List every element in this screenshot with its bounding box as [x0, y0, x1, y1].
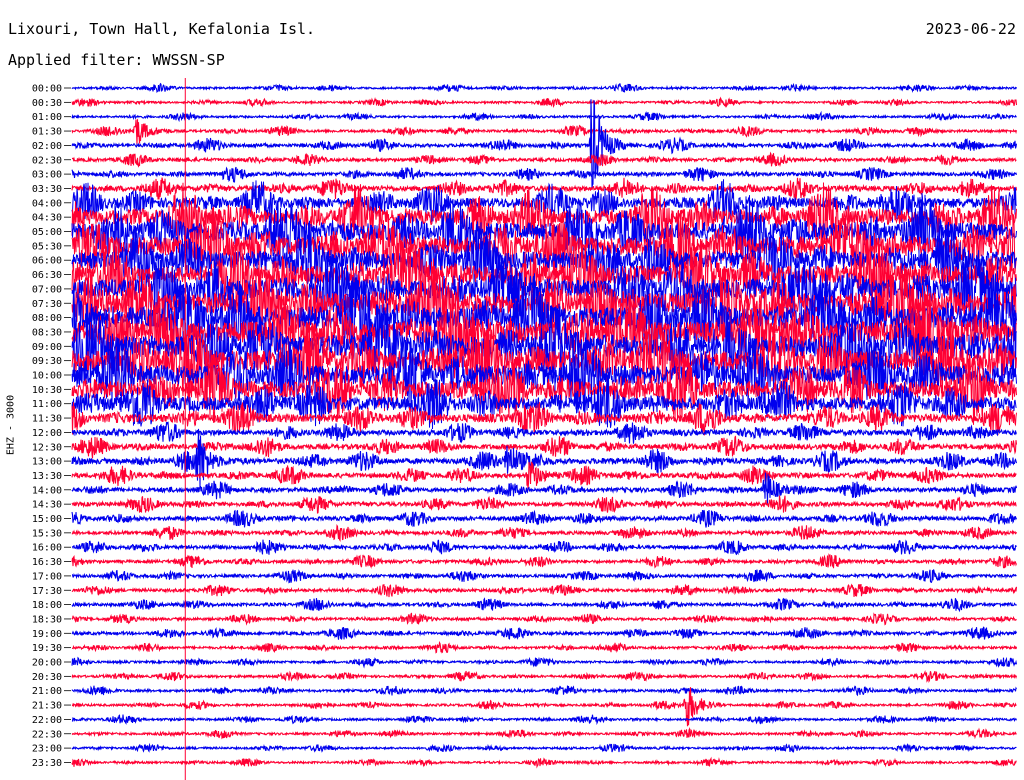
time-tick-label: 19:30: [32, 643, 62, 654]
seismic-trace-row: [71, 553, 1018, 569]
time-tick-label: 16:00: [32, 543, 62, 554]
time-tick-label: 14:30: [32, 500, 62, 511]
time-tick-label: 02:30: [32, 155, 62, 166]
seismic-trace-row: [71, 421, 1018, 444]
seismic-trace-row: [71, 119, 1018, 145]
time-tick-label: 17:00: [32, 571, 62, 582]
time-tick-label: 07:30: [32, 299, 62, 310]
time-tick-label: 04:30: [32, 213, 62, 224]
time-tick-label: 00:00: [32, 84, 62, 95]
helicorder-plot: 00:00 00:30 01:00 01:30 02:00 02:30 03:00 03:30…: [32, 78, 1018, 780]
time-tick-label: 10:30: [32, 385, 62, 396]
time-tick-label: 11:30: [32, 414, 62, 425]
time-tick-label: 18:30: [32, 614, 62, 625]
seismic-trace-row: [71, 509, 1018, 528]
time-tick-label: 09:30: [32, 356, 62, 367]
seismic-trace-row: [71, 612, 1017, 626]
time-tick-label: 11:00: [32, 399, 62, 410]
seismic-trace-row: [71, 177, 1018, 200]
time-tick-label: 16:30: [32, 557, 62, 568]
seismic-trace-row: [71, 726, 1017, 740]
seismic-trace-row: [71, 742, 1017, 754]
seismic-trace-row: [71, 524, 1018, 542]
time-tick-label: 21:00: [32, 686, 62, 697]
time-tick-label: 21:30: [32, 701, 62, 712]
time-tick-label: 03:00: [32, 170, 62, 181]
time-tick-label: 00:30: [32, 98, 62, 109]
seismic-trace-row: [71, 495, 1017, 514]
time-tick-label: 01:30: [32, 127, 62, 138]
time-tick-label: 04:00: [32, 198, 62, 209]
seismic-trace-row: [71, 714, 1018, 726]
time-tick-label: 17:30: [32, 586, 62, 597]
time-tick-label: 18:00: [32, 600, 62, 611]
time-tick-label: 13:00: [32, 457, 62, 468]
seismic-trace-row: [71, 656, 1018, 669]
time-tick-label: 20:00: [32, 658, 62, 669]
time-tick-label: 02:00: [32, 141, 62, 152]
time-tick-label: 12:00: [32, 428, 62, 439]
time-tick-label: 06:00: [32, 256, 62, 267]
seismic-trace-row: [71, 539, 1017, 556]
time-tick-label: 01:00: [32, 112, 62, 123]
seismic-trace-row: [71, 685, 1017, 697]
time-tick-label: 10:00: [32, 371, 62, 382]
seismic-trace-row: [71, 583, 1018, 598]
seismic-trace-row: [71, 640, 1018, 654]
time-tick-label: 08:30: [32, 327, 62, 338]
time-tick-label: 08:00: [32, 313, 62, 324]
time-tick-label: 06:30: [32, 270, 62, 281]
time-tick-label: 05:00: [32, 227, 62, 238]
time-tick-label: 09:00: [32, 342, 62, 353]
time-tick-label: 15:00: [32, 514, 62, 525]
time-tick-label: 23:30: [32, 758, 62, 769]
seismic-trace-row: [72, 151, 1017, 168]
time-tick-label: 05:30: [32, 241, 62, 252]
time-tick-label: 22:30: [32, 729, 62, 740]
time-tick-label: 19:00: [32, 629, 62, 640]
time-tick-label: 23:00: [32, 744, 62, 755]
seismic-trace-row: [71, 110, 1017, 123]
seismic-trace-row: [71, 626, 1018, 640]
time-tick-label: 12:30: [32, 442, 62, 453]
seismic-trace-row: [71, 166, 1018, 183]
seismic-trace-row: [71, 96, 1018, 108]
time-tick-label: 13:30: [32, 471, 62, 482]
time-tick-label: 20:30: [32, 672, 62, 683]
time-tick-label: 03:30: [32, 184, 62, 195]
time-tick-label: 15:30: [32, 528, 62, 539]
seismic-trace-row: [71, 756, 1017, 769]
seismic-trace-row: [71, 569, 1017, 584]
seismic-trace-row: [71, 82, 1017, 94]
seismic-trace-row: [71, 670, 1018, 684]
time-tick-label: 22:00: [32, 715, 62, 726]
time-tick-label: 07:00: [32, 284, 62, 295]
time-tick-label: 14:00: [32, 485, 62, 496]
seismic-trace-row: [71, 597, 1017, 613]
